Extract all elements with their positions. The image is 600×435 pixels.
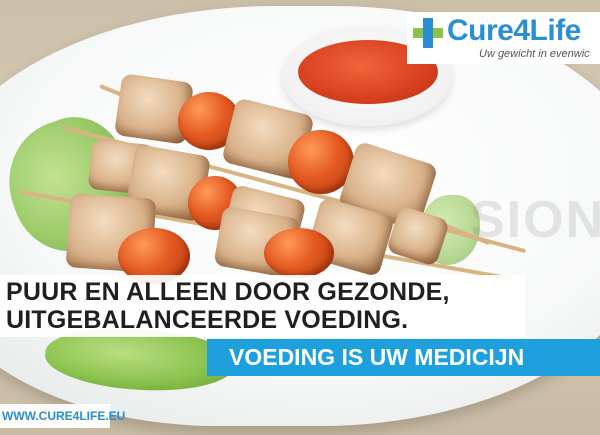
headline-line-1: PUUR EN ALLEEN DOOR GEZONDE, (6, 278, 450, 306)
logo-wordmark: Cure4Life (447, 14, 581, 47)
slogan-banner: VOEDING IS UW MEDICIJN (207, 339, 600, 376)
website-url: WWW.CURE4LIFE.EU (2, 409, 126, 423)
headline-line-2: UITGEBALANCEERDE VOEDING. (6, 306, 409, 334)
headline-box: PUUR EN ALLEEN DOOR GEZONDE, UITGEBALANC… (0, 275, 525, 337)
logo-tagline: Uw gewicht in evenwic (479, 48, 590, 60)
cure4life-logo: Cure4Life Uw gewicht in evenwic (407, 12, 600, 64)
watermark-text: SION (470, 191, 600, 249)
slogan-text: VOEDING IS UW MEDICIJN (229, 344, 525, 370)
website-url-box: WWW.CURE4LIFE.EU (0, 404, 125, 428)
medical-cross-icon (413, 18, 443, 48)
cherry-tomato (264, 228, 334, 278)
